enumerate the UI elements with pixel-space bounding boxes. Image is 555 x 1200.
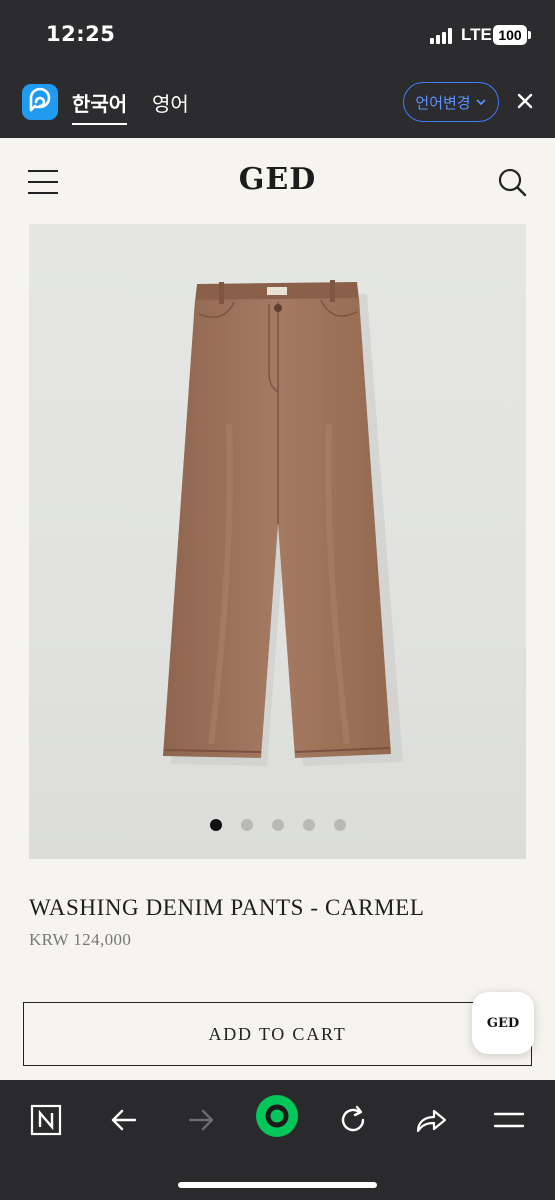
carousel-dot[interactable] xyxy=(271,819,284,831)
status-bar: 12:25 LTE 100 xyxy=(0,0,555,68)
change-language-label: 언어변경 xyxy=(415,93,471,112)
tab-korean[interactable]: 한국어 xyxy=(72,88,128,125)
papago-icon[interactable] xyxy=(22,84,58,120)
status-time: 12:25 xyxy=(46,22,116,46)
menu-icon[interactable] xyxy=(487,1098,531,1142)
carousel-dot[interactable] xyxy=(333,819,346,831)
carousel-dot[interactable] xyxy=(209,819,222,831)
share-icon[interactable] xyxy=(409,1098,453,1142)
site-logo[interactable]: GED xyxy=(0,162,555,197)
site-header: GED xyxy=(0,138,555,224)
back-arrow-icon[interactable] xyxy=(102,1098,146,1142)
battery-icon: 100 xyxy=(493,25,527,45)
carousel-dot[interactable] xyxy=(302,819,315,831)
carousel-dot[interactable] xyxy=(240,819,253,831)
change-language-button[interactable]: 언어변경 xyxy=(403,82,499,122)
naver-green-dot-icon[interactable] xyxy=(255,1094,299,1138)
search-icon[interactable] xyxy=(496,166,528,198)
close-icon[interactable] xyxy=(514,90,536,112)
reload-icon[interactable] xyxy=(331,1098,375,1142)
tab-english[interactable]: 영어 xyxy=(152,88,189,117)
image-pagination xyxy=(29,819,526,831)
translate-bar: 한국어 영어 언어변경 xyxy=(0,68,555,138)
battery-tip xyxy=(528,31,531,39)
ged-floating-badge[interactable]: GED xyxy=(472,992,534,1054)
naver-n-icon[interactable] xyxy=(24,1098,68,1142)
signal-strength-icon xyxy=(430,28,456,44)
product-price: KRW 124,000 xyxy=(29,930,132,949)
product-image[interactable] xyxy=(29,224,526,859)
home-indicator xyxy=(178,1182,377,1188)
add-to-cart-button[interactable]: ADD TO CART xyxy=(23,1002,532,1066)
network-label: LTE xyxy=(461,25,492,44)
product-title: WASHING DENIM PANTS - CARMEL xyxy=(29,895,425,920)
pants-image xyxy=(163,280,403,766)
forward-arrow-icon[interactable] xyxy=(179,1098,223,1142)
chevron-down-icon xyxy=(476,99,486,106)
